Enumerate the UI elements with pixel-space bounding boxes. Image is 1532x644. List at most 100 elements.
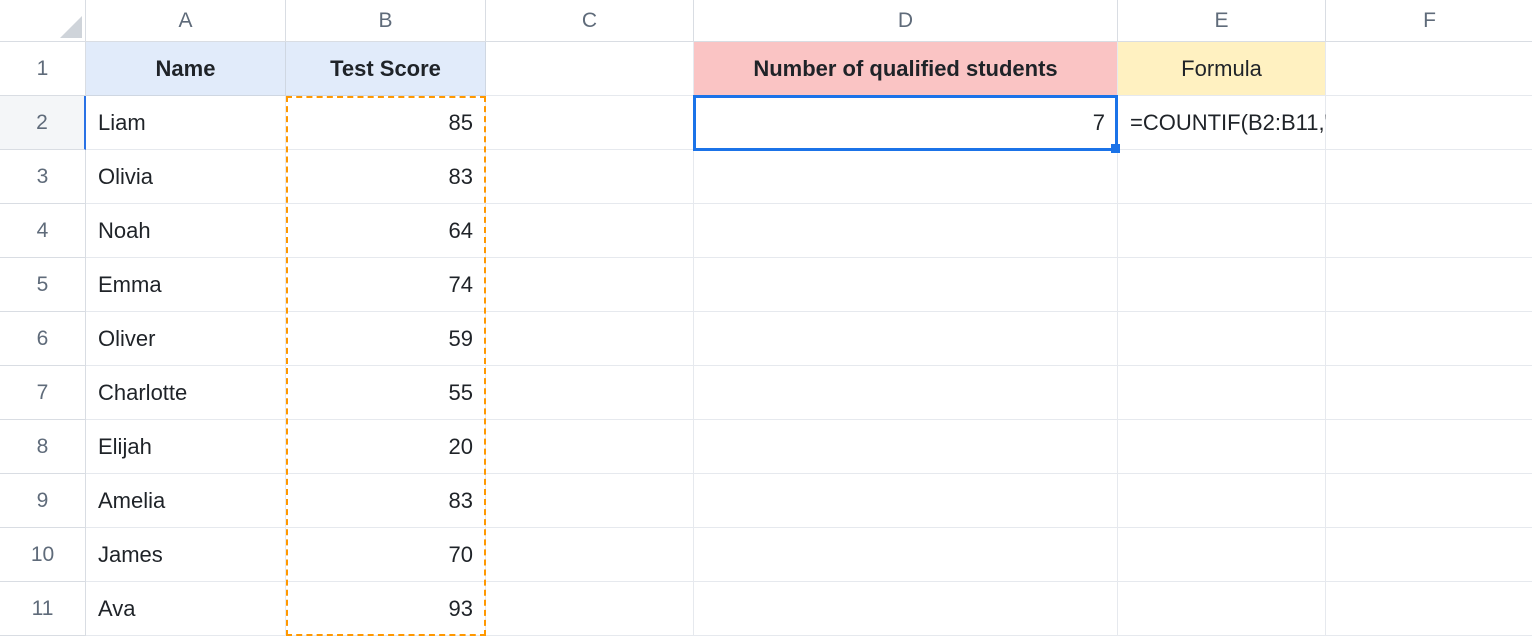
row-header-9[interactable]: 9 [0,474,86,528]
cell-A3[interactable]: Olivia [86,150,286,204]
cell-D7[interactable] [694,366,1118,420]
cell-C6[interactable] [486,312,694,366]
column-header-A[interactable]: A [86,0,286,42]
cell-A2[interactable]: Liam [86,96,286,150]
table-row: Emma74 [86,258,1532,312]
cell-B1[interactable]: Test Score [286,42,486,96]
cell-C5[interactable] [486,258,694,312]
cell-C11[interactable] [486,582,694,636]
cell-B8[interactable]: 20 [286,420,486,474]
cell-C2[interactable] [486,96,694,150]
cell-B10[interactable]: 70 [286,528,486,582]
column-header-D[interactable]: D [694,0,1118,42]
corner-triangle-icon [60,16,82,38]
cell-B7[interactable]: 55 [286,366,486,420]
cell-E3[interactable] [1118,150,1326,204]
column-header-B[interactable]: B [286,0,486,42]
row-header-10[interactable]: 10 [0,528,86,582]
cell-C4[interactable] [486,204,694,258]
table-row: Ava93 [86,582,1532,636]
column-headers: ABCDEF [86,0,1532,42]
table-row: Olivia83 [86,150,1532,204]
row-header-4[interactable]: 4 [0,204,86,258]
column-header-C[interactable]: C [486,0,694,42]
cell-E11[interactable] [1118,582,1326,636]
cell-F2[interactable] [1326,96,1532,150]
cell-F11[interactable] [1326,582,1532,636]
cell-D11[interactable] [694,582,1118,636]
row-header-8[interactable]: 8 [0,420,86,474]
cell-A9[interactable]: Amelia [86,474,286,528]
cell-E10[interactable] [1118,528,1326,582]
cell-F10[interactable] [1326,528,1532,582]
cell-A5[interactable]: Emma [86,258,286,312]
cell-E5[interactable] [1118,258,1326,312]
cell-B6[interactable]: 59 [286,312,486,366]
row-header-2[interactable]: 2 [0,96,86,150]
cell-A11[interactable]: Ava [86,582,286,636]
row-headers: 1234567891011 [0,42,86,636]
cell-C10[interactable] [486,528,694,582]
cell-A1[interactable]: Name [86,42,286,96]
cell-F5[interactable] [1326,258,1532,312]
cell-F6[interactable] [1326,312,1532,366]
cell-D4[interactable] [694,204,1118,258]
select-all-corner[interactable] [0,0,86,42]
spreadsheet: ABCDEF 1234567891011 NameTest ScoreNumbe… [0,0,1532,644]
cell-D6[interactable] [694,312,1118,366]
cell-F9[interactable] [1326,474,1532,528]
cell-E7[interactable] [1118,366,1326,420]
cell-E6[interactable] [1118,312,1326,366]
row-header-6[interactable]: 6 [0,312,86,366]
table-row: Amelia83 [86,474,1532,528]
cell-D1[interactable]: Number of qualified students [694,42,1118,96]
table-row: Noah64 [86,204,1532,258]
cell-F4[interactable] [1326,204,1532,258]
column-header-F[interactable]: F [1326,0,1532,42]
table-row: James70 [86,528,1532,582]
cell-D3[interactable] [694,150,1118,204]
cell-A8[interactable]: Elijah [86,420,286,474]
cell-A4[interactable]: Noah [86,204,286,258]
row-header-7[interactable]: 7 [0,366,86,420]
cell-F7[interactable] [1326,366,1532,420]
cell-B11[interactable]: 93 [286,582,486,636]
cell-grid: NameTest Score Number of qualified studen… [86,42,1532,636]
cell-A6[interactable]: Oliver [86,312,286,366]
table-row: Liam85 7=COUNTIF(B2:B11,">60") [86,96,1532,150]
cell-C9[interactable] [486,474,694,528]
cell-D9[interactable] [694,474,1118,528]
table-row: NameTest Score Number of qualified studen… [86,42,1532,96]
cell-C7[interactable] [486,366,694,420]
table-row: Elijah20 [86,420,1532,474]
cell-F3[interactable] [1326,150,1532,204]
cell-D5[interactable] [694,258,1118,312]
row-header-3[interactable]: 3 [0,150,86,204]
table-row: Oliver59 [86,312,1532,366]
cell-C8[interactable] [486,420,694,474]
row-header-11[interactable]: 11 [0,582,86,636]
cell-E1[interactable]: Formula [1118,42,1326,96]
cell-B5[interactable]: 74 [286,258,486,312]
row-header-1[interactable]: 1 [0,42,86,96]
cell-E8[interactable] [1118,420,1326,474]
cell-E4[interactable] [1118,204,1326,258]
cell-B4[interactable]: 64 [286,204,486,258]
cell-C3[interactable] [486,150,694,204]
table-row: Charlotte55 [86,366,1532,420]
cell-E9[interactable] [1118,474,1326,528]
cell-C1[interactable] [486,42,694,96]
cell-F8[interactable] [1326,420,1532,474]
cell-D10[interactable] [694,528,1118,582]
cell-F1[interactable] [1326,42,1532,96]
cell-B2[interactable]: 85 [286,96,486,150]
cell-D8[interactable] [694,420,1118,474]
column-header-E[interactable]: E [1118,0,1326,42]
cell-E2[interactable]: =COUNTIF(B2:B11,">60") [1118,96,1326,150]
cell-B3[interactable]: 83 [286,150,486,204]
cell-A7[interactable]: Charlotte [86,366,286,420]
cell-B9[interactable]: 83 [286,474,486,528]
cell-A10[interactable]: James [86,528,286,582]
row-header-5[interactable]: 5 [0,258,86,312]
cell-D2[interactable]: 7 [694,96,1118,150]
